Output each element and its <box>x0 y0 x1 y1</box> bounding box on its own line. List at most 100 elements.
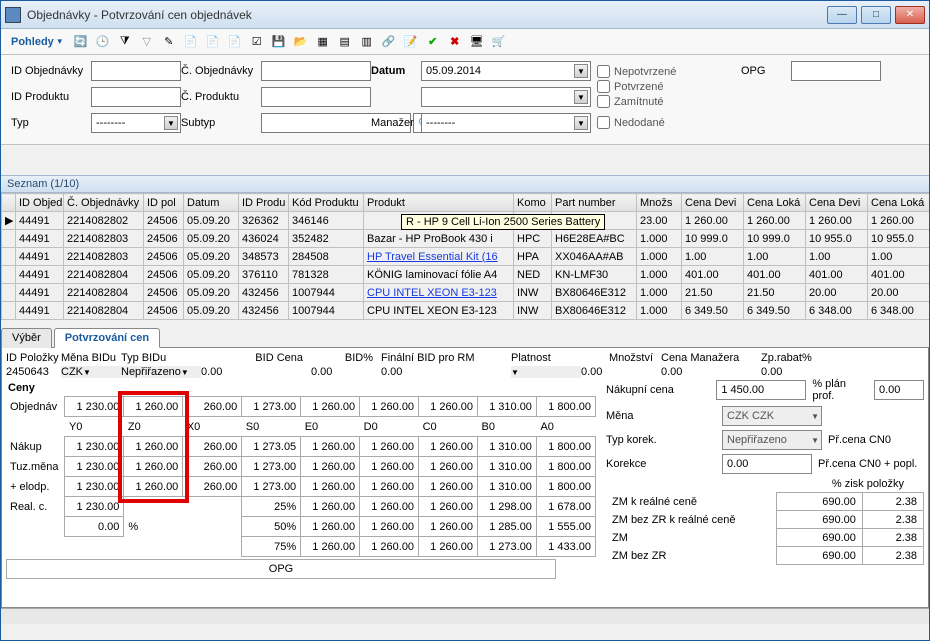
funnel-icon[interactable]: ▽ <box>138 33 156 51</box>
table-row[interactable]: 4449122140828042450605.09.20432456100794… <box>2 302 930 320</box>
toolbar: Pohledy▼ 🔄 🕒 ⧩ ▽ ✎ 📄 📄 📄 ☑ 💾 📂 ▦ ▤ ▥ 🔗 📝… <box>1 29 929 55</box>
doc2-icon[interactable]: 📄 <box>204 33 222 51</box>
list-header: Seznam (1/10) <box>1 175 929 193</box>
hdr-cena-man: Cena Manažera <box>661 352 761 364</box>
manazer-value: -------- <box>426 117 455 129</box>
hdr-platnost: Platnost <box>511 352 581 364</box>
mena-bidu-combo[interactable]: CZK▼ <box>61 366 121 378</box>
tab-potvrzovani-cen[interactable]: Potvrzování cen <box>54 328 160 348</box>
bid-cena-field[interactable]: 0.00 <box>201 366 311 378</box>
korekce-label: Korekce <box>606 458 716 470</box>
potvrzene-check[interactable]: Potvrzené <box>597 80 741 93</box>
detail-tabs: Výběr Potvrzování cen <box>1 327 929 348</box>
typ-bidu-combo[interactable]: Nepřiřazeno▼ <box>121 366 201 378</box>
table-row[interactable]: 4449122140828042450605.09.20376110781328… <box>2 266 930 284</box>
typ-value: -------- <box>96 117 125 129</box>
grid3-icon[interactable]: ▥ <box>358 33 376 51</box>
hdr-mena-bidu: Měna BIDu <box>61 352 121 364</box>
plan-prof-field[interactable]: 0.00 <box>874 380 924 400</box>
mnozstvi-field[interactable]: 0.00 <box>581 366 661 378</box>
filter-icon[interactable]: ⧩ <box>116 33 134 51</box>
doc3-icon[interactable]: 📄 <box>226 33 244 51</box>
monitor-icon[interactable]: 🖥 <box>468 33 486 51</box>
nepotvrzene-check[interactable]: Nepotvrzené <box>597 65 741 78</box>
open-icon[interactable]: 📂 <box>292 33 310 51</box>
table-row[interactable]: 4449122140828032450605.09.20348573284508… <box>2 248 930 266</box>
c-produktu-label: Č. Produktu <box>181 91 261 103</box>
pohledy-label: Pohledy <box>11 36 54 48</box>
table-row[interactable]: 4449122140828042450605.09.20432456100794… <box>2 284 930 302</box>
opg-bar[interactable]: OPG <box>6 559 556 579</box>
pr-cena-cn0-popl-label: Př.cena CN0 + popl. <box>818 458 917 470</box>
minimize-button[interactable]: — <box>827 6 857 24</box>
datum-label: Datum <box>371 65 421 77</box>
nakupni-cena-label: Nákupní cena <box>606 384 710 396</box>
cena-man-field[interactable]: 0.00 <box>661 366 761 378</box>
id-polozky-field[interactable]: 2450643 <box>6 366 61 378</box>
detail-panel: ID Položky Měna BIDu Typ BIDu BID Cena B… <box>1 348 929 608</box>
datum2-combo[interactable]: ▼ <box>421 87 591 107</box>
app-icon <box>5 7 21 23</box>
price-table: Objednáv1 230.001 260.00260.001 273.001 … <box>6 396 596 557</box>
zm-table: ZM k reálné ceně690.002.38ZM bez ZR k re… <box>606 492 924 565</box>
hscroll[interactable] <box>1 608 929 624</box>
korekce-field[interactable]: 0.00 <box>722 454 812 474</box>
app-window: Objednávky - Potvrzování cen objednávek … <box>0 0 930 641</box>
id-objednavky-input[interactable] <box>91 61 181 81</box>
doc1-icon[interactable]: 📄 <box>182 33 200 51</box>
clock-icon[interactable]: 🕒 <box>94 33 112 51</box>
typ-korek-combo[interactable]: Nepřiřazeno▼ <box>722 430 822 450</box>
c-produktu-input[interactable] <box>261 87 371 107</box>
hdr-id-polozky: ID Položky <box>6 352 61 364</box>
pohledy-menu[interactable]: Pohledy▼ <box>7 34 68 50</box>
zp-rabat-field[interactable]: 0.00 <box>761 366 831 378</box>
typ-combo[interactable]: --------▼ <box>91 113 181 133</box>
datum-value: 05.09.2014 <box>426 65 481 77</box>
hdr-bid-pct: BID% <box>311 352 381 364</box>
edit-icon[interactable]: ✎ <box>160 33 178 51</box>
refresh-icon[interactable]: 🔄 <box>72 33 90 51</box>
manazer-label: Manažer <box>371 117 421 129</box>
redx-icon[interactable]: ✖ <box>446 33 464 51</box>
mena-label: Měna <box>606 410 716 422</box>
table-row[interactable]: 4449122140828032450605.09.20436024352482… <box>2 230 930 248</box>
link-icon[interactable]: 🔗 <box>380 33 398 51</box>
mena-combo[interactable]: CZK CZK▼ <box>722 406 822 426</box>
c-objednavky-input[interactable] <box>261 61 371 81</box>
plan-prof-label: % plán prof. <box>812 378 868 402</box>
grid1-icon[interactable]: ▦ <box>314 33 332 51</box>
platnost-combo[interactable]: ▼ <box>511 366 581 378</box>
tab-vyber[interactable]: Výběr <box>1 328 52 348</box>
main-grid: ID ObjednČ. ObjednávkyID polDatumID Prod… <box>1 193 929 323</box>
bid-pct-field[interactable]: 0.00 <box>311 366 381 378</box>
zamitnute-check[interactable]: Zamítnuté <box>597 95 741 108</box>
greencheck-icon[interactable]: ✔ <box>424 33 442 51</box>
cart-icon[interactable]: 🛒 <box>490 33 508 51</box>
check-icon[interactable]: ☑ <box>248 33 266 51</box>
pr-cena-cn0-label: Př.cena CN0 <box>828 434 891 446</box>
note-icon[interactable]: 📝 <box>402 33 420 51</box>
hdr-final-bid: Finální BID pro RM <box>381 352 511 364</box>
save-icon[interactable]: 💾 <box>270 33 288 51</box>
window-title: Objednávky - Potvrzování cen objednávek <box>27 8 827 22</box>
opg-input[interactable] <box>791 61 881 81</box>
subtyp-label: Subtyp <box>181 117 261 129</box>
typ-korek-label: Typ korek. <box>606 434 716 446</box>
nakupni-cena-field[interactable]: 1 450.00 <box>716 380 806 400</box>
id-produktu-label: ID Produktu <box>11 91 91 103</box>
datum-combo[interactable]: 05.09.2014▼ <box>421 61 591 81</box>
final-bid-field[interactable]: 0.00 <box>381 366 511 378</box>
ceny-label: Ceny <box>8 382 596 394</box>
row-tooltip: R - HP 9 Cell Li-Ion 2500 Series Battery <box>401 214 605 230</box>
grid2-icon[interactable]: ▤ <box>336 33 354 51</box>
id-produktu-input[interactable] <box>91 87 181 107</box>
manazer-combo[interactable]: --------▼ <box>421 113 591 133</box>
titlebar: Objednávky - Potvrzování cen objednávek … <box>1 1 929 29</box>
hdr-mnozstvi: Množství <box>581 352 661 364</box>
hdr-typ-bidu: Typ BIDu <box>121 352 201 364</box>
maximize-button[interactable]: □ <box>861 6 891 24</box>
nedodane-check[interactable]: Nedodané <box>597 116 741 129</box>
close-button[interactable]: ✕ <box>895 6 925 24</box>
opg-label: OPG <box>741 65 791 77</box>
filter-panel: ID Objednávky Č. Objednávky Datum 05.09.… <box>1 55 929 145</box>
